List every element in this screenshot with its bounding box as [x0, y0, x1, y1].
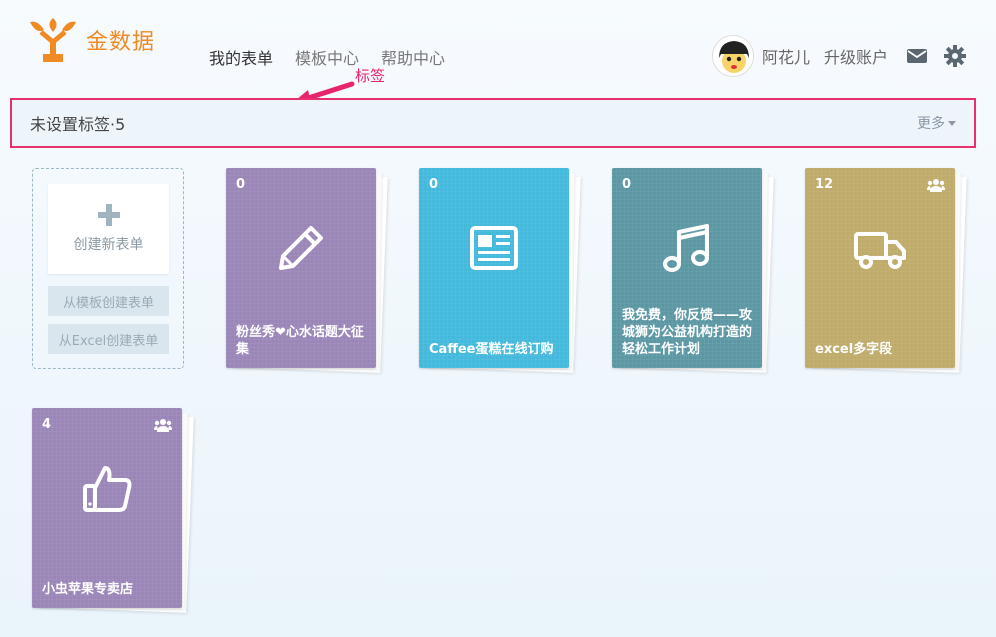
truck-icon: [854, 232, 906, 269]
app-name: 金数据: [86, 30, 156, 55]
form-card[interactable]: 0 我免费，你反馈——攻城狮为公益机构打造的轻松工作计划: [612, 168, 774, 373]
logo-tree-icon: [30, 18, 76, 62]
form-title: 小虫苹果专卖店: [42, 582, 134, 597]
form-response-count: 0: [622, 177, 632, 192]
tag-bar-title[interactable]: 未设置标签·5: [30, 111, 125, 135]
nav-my-forms[interactable]: 我的表单: [209, 45, 273, 69]
app-logo[interactable]: 金数据: [28, 18, 155, 62]
group-users-icon: [154, 419, 172, 432]
pencil-icon: [279, 226, 323, 270]
form-response-count: 12: [815, 177, 834, 192]
more-label: 更多: [917, 116, 945, 132]
group-users-icon: [927, 179, 945, 192]
create-form-panel: 创建新表单 从模板创建表单 从Excel创建表单: [32, 168, 184, 369]
create-new-form-button[interactable]: 创建新表单: [48, 184, 169, 274]
user-area: 阿花儿 升级账户: [711, 34, 966, 78]
tag-bar: 未设置标签·5 更多: [10, 98, 976, 148]
form-card-face[interactable]: 0 粉丝秀❤心水话题大征集: [226, 168, 376, 368]
form-title: excel多字段: [815, 342, 893, 357]
avatar[interactable]: [711, 35, 754, 77]
create-from-excel-button[interactable]: 从Excel创建表单: [48, 324, 169, 354]
caret-down-icon: [948, 120, 956, 126]
form-title: 我免费，你反馈——攻城狮为公益机构打造的轻松工作计划: [622, 308, 753, 357]
create-from-template-button[interactable]: 从模板创建表单: [48, 286, 169, 316]
more-dropdown[interactable]: 更多: [917, 113, 956, 133]
form-card-face[interactable]: 0 我免费，你反馈——攻城狮为公益机构打造的轻松工作计划: [612, 168, 762, 368]
form-card[interactable]: 4 小虫苹果专卖店: [32, 408, 194, 613]
newspaper-icon: [470, 226, 518, 270]
form-card-face[interactable]: 12 excel多字段: [805, 168, 955, 368]
gear-icon[interactable]: [944, 45, 966, 67]
mail-icon[interactable]: [906, 45, 928, 67]
nav-template-center[interactable]: 模板中心: [295, 45, 359, 69]
form-card[interactable]: 0 Caffee蛋糕在线订购: [419, 168, 581, 373]
annotation-label: 标签: [355, 67, 386, 85]
form-response-count: 0: [236, 177, 246, 192]
create-new-form-label: 创建新表单: [73, 237, 144, 253]
form-card-face[interactable]: 4 小虫苹果专卖店: [32, 408, 182, 608]
form-card[interactable]: 0 粉丝秀❤心水话题大征集: [226, 168, 388, 373]
form-response-count: 0: [429, 177, 439, 192]
form-card[interactable]: 12 excel多字段: [805, 168, 967, 373]
form-response-count: 4: [42, 417, 52, 432]
music-icon: [663, 224, 709, 272]
avatar-girl-icon: [712, 36, 753, 76]
nav-help-center[interactable]: 帮助中心: [381, 45, 445, 69]
main-nav: 我的表单 模板中心 帮助中心: [209, 45, 445, 69]
user-name[interactable]: 阿花儿: [762, 44, 810, 68]
thumbs-up-icon: [83, 466, 132, 512]
form-title: 粉丝秀❤心水话题大征集: [236, 325, 364, 357]
plus-icon: [97, 204, 120, 226]
form-title: Caffee蛋糕在线订购: [429, 342, 554, 357]
form-card-face[interactable]: 0 Caffee蛋糕在线订购: [419, 168, 569, 368]
upgrade-account-link[interactable]: 升级账户: [824, 44, 888, 68]
